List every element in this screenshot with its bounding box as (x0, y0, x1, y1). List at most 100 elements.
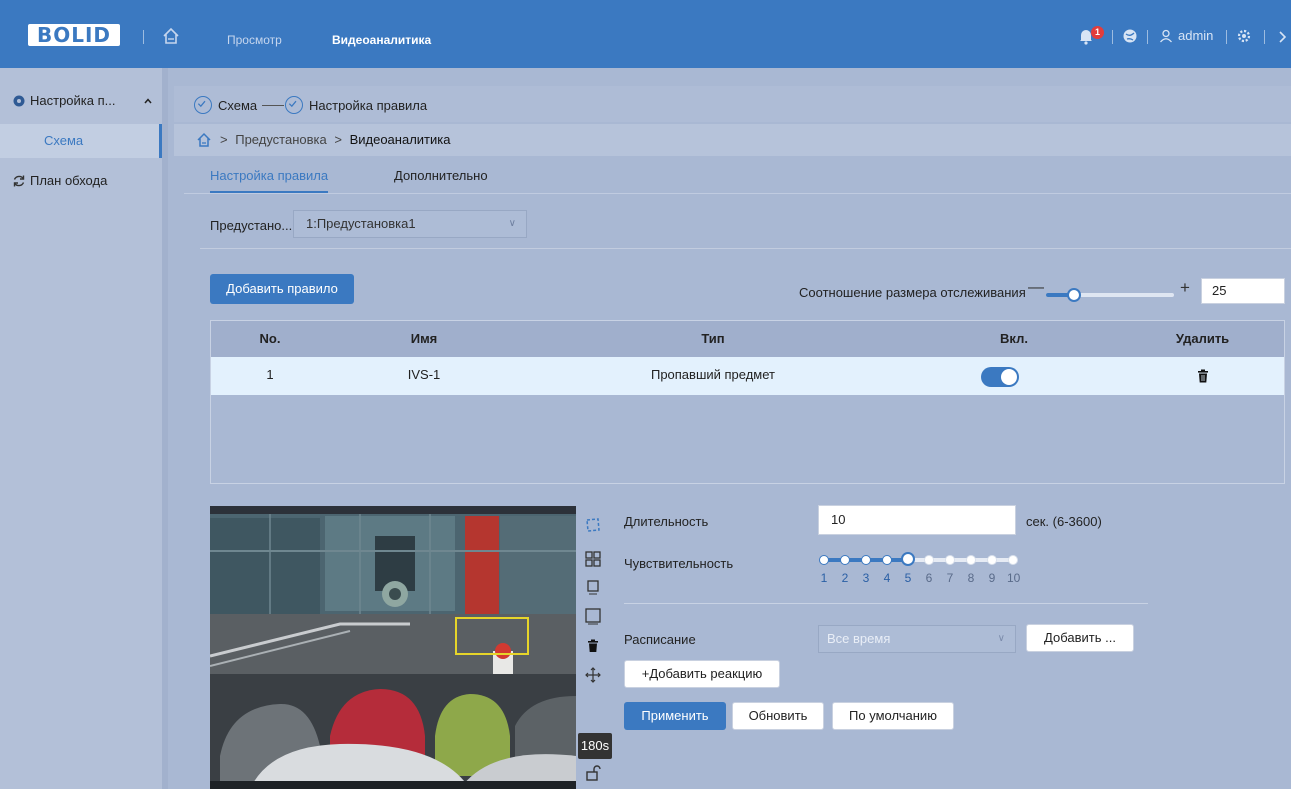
sidebar: Настройка п... Схема План обхода (0, 68, 168, 789)
rule-number: 1 (266, 367, 274, 382)
chevron-up-icon (144, 98, 152, 104)
sensitivity-tick-label: 3 (862, 571, 870, 585)
rule-enabled-toggle[interactable] (981, 367, 1019, 387)
default-button[interactable]: По умолчанию (832, 702, 954, 730)
add-rule-button[interactable]: Добавить правило (210, 274, 354, 304)
breadcrumb: > Предустановка > Видеоаналитика (174, 124, 1291, 156)
column-header-delete: Удалить (1175, 331, 1230, 346)
tracking-size-label: Соотношение размера отслеживания (799, 285, 1026, 300)
nav-video-analytics[interactable]: Видеоаналитика (332, 33, 431, 47)
bolid-logo: BOLID (28, 24, 120, 46)
home-icon[interactable] (196, 132, 212, 148)
column-header-name: Имя (410, 331, 438, 346)
tab-advanced[interactable]: Дополнительно (394, 168, 488, 183)
logout-icon[interactable] (1278, 30, 1288, 44)
main-content: Схема Настройка правила > Предустановка … (174, 68, 1291, 789)
camera-preview-image[interactable] (210, 506, 576, 789)
divider (624, 603, 1148, 604)
rule-type: Пропавший предмет (650, 367, 776, 382)
column-header-type: Тип (701, 331, 725, 346)
sensitivity-step[interactable] (966, 555, 976, 565)
sidebar-item-schema[interactable]: Схема (0, 124, 162, 158)
max-size-icon[interactable] (584, 608, 602, 626)
rule-name: IVS-1 (407, 367, 441, 382)
slider-decrease-button[interactable]: — (1028, 279, 1044, 297)
sensitivity-tick-label: 4 (883, 571, 891, 585)
grid-icon[interactable] (584, 550, 602, 568)
chevron-down-icon: ∨ (508, 218, 516, 229)
schedule-add-button[interactable]: Добавить ... (1026, 624, 1134, 652)
sensitivity-step[interactable] (924, 555, 934, 565)
duration-input[interactable]: 10 (818, 505, 1016, 535)
divider (200, 248, 1291, 249)
schedule-label: Расписание (624, 632, 696, 647)
sidebar-item-label: План обхода (30, 173, 108, 188)
preset-label: Предустано... (210, 218, 293, 233)
separator (143, 30, 144, 44)
sensitivity-tick-label: 7 (946, 571, 954, 585)
tab-rule-setup[interactable]: Настройка правила (210, 168, 329, 193)
nav-view[interactable]: Просмотр (227, 33, 282, 47)
tracking-size-input[interactable]: 25 (1201, 278, 1285, 304)
table-header: No. Имя Тип Вкл. Удалить (211, 321, 1284, 357)
sensitivity-tick-label: 9 (988, 571, 996, 585)
sensitivity-step[interactable] (1008, 555, 1018, 565)
step-indicator: Схема Настройка правила (174, 86, 1291, 122)
breadcrumb-sep: > (220, 132, 228, 147)
refresh-button[interactable]: Обновить (732, 702, 824, 730)
breadcrumb-sep: > (334, 132, 342, 147)
sensitivity-step[interactable] (987, 555, 997, 565)
separator (1112, 30, 1113, 44)
schedule-select[interactable]: Все время ∨ (818, 625, 1016, 653)
sensitivity-handle[interactable] (901, 552, 915, 566)
sensitivity-step[interactable] (882, 555, 892, 565)
duration-label: Длительность (624, 514, 709, 529)
tracking-size-slider[interactable] (1046, 288, 1174, 302)
schedule-value: Все время (827, 631, 891, 646)
slider-handle[interactable] (1067, 288, 1082, 302)
breadcrumb-current: Видеоаналитика (349, 132, 451, 147)
user-name[interactable]: admin (1178, 28, 1213, 43)
globe-icon[interactable] (1122, 28, 1138, 44)
separator (1226, 30, 1227, 44)
breadcrumb-preset[interactable]: Предустановка (235, 132, 327, 147)
preset-select[interactable]: 1:Предустановка1 ∨ (293, 210, 527, 238)
sensitivity-slider[interactable] (819, 552, 1018, 566)
sensitivity-tick-label: 5 (904, 571, 912, 585)
step-check-icon (285, 96, 303, 114)
unlock-icon[interactable] (584, 764, 602, 782)
step-connector (262, 105, 284, 106)
slider-increase-button[interactable]: + (1180, 278, 1190, 298)
sensitivity-step[interactable] (840, 555, 850, 565)
column-header-enabled: Вкл. (1000, 331, 1028, 346)
sensitivity-tick-label: 10 (1007, 571, 1021, 585)
duration-unit: сек. (6-3600) (1026, 514, 1102, 529)
sensitivity-step[interactable] (945, 555, 955, 565)
sensitivity-label: Чувствительность (624, 556, 734, 571)
step-schema: Схема (218, 98, 258, 113)
rules-table: No. Имя Тип Вкл. Удалить 1 IVS-1 Пропавш… (210, 320, 1285, 484)
user-icon (1160, 29, 1172, 43)
timer-tooltip: 180s (578, 733, 612, 759)
step-check-icon (194, 96, 212, 114)
tab-bar: Настройка правила Дополнительно (184, 160, 1291, 194)
notification-badge: 1 (1091, 26, 1104, 39)
sidebar-group-label: Настройка п... (30, 93, 116, 108)
sidebar-group-rule-setup[interactable]: Настройка п... (0, 84, 162, 118)
min-size-icon[interactable] (584, 578, 602, 596)
gear-icon (13, 95, 25, 107)
sensitivity-step[interactable] (819, 555, 829, 565)
trash-icon[interactable] (584, 638, 602, 656)
trash-icon[interactable] (1197, 369, 1209, 383)
chevron-down-icon: ∨ (997, 633, 1005, 644)
sidebar-item-patrol-plan[interactable]: План обхода (0, 164, 162, 198)
sensitivity-tick-label: 6 (925, 571, 933, 585)
apply-button[interactable]: Применить (624, 702, 726, 730)
settings-icon[interactable] (1237, 29, 1251, 43)
home-icon[interactable] (160, 25, 182, 47)
move-icon[interactable] (584, 666, 602, 684)
sensitivity-step[interactable] (861, 555, 871, 565)
draw-area-icon[interactable] (584, 516, 602, 534)
table-row[interactable]: 1 IVS-1 Пропавший предмет (211, 357, 1284, 395)
add-reaction-button[interactable]: +Добавить реакцию (624, 660, 780, 688)
